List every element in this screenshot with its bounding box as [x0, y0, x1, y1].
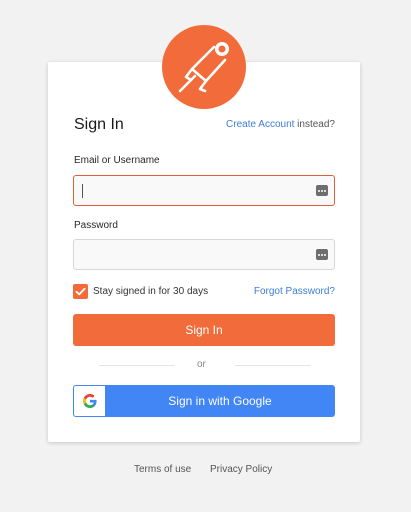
google-icon [74, 386, 105, 416]
keyboard-icon[interactable] [316, 185, 328, 196]
text-caret [82, 184, 83, 198]
sign-in-button[interactable]: Sign In [73, 314, 335, 346]
email-field[interactable] [74, 176, 310, 205]
remember-label[interactable]: Stay signed in for 30 days [93, 286, 208, 297]
create-account-link[interactable]: Create Account [226, 119, 294, 130]
create-account-line: Create Account instead? [226, 119, 335, 130]
email-field-wrapper [73, 175, 335, 206]
keyboard-icon[interactable] [316, 249, 328, 260]
terms-of-use-link[interactable]: Terms of use [134, 464, 191, 475]
create-account-suffix: instead? [294, 119, 335, 130]
email-label: Email or Username [74, 155, 160, 166]
password-field[interactable] [74, 240, 310, 269]
password-label: Password [74, 220, 118, 231]
divider-line-right [235, 365, 311, 366]
divider-line-left [99, 365, 175, 366]
privacy-policy-link[interactable]: Privacy Policy [210, 464, 272, 475]
remember-checkbox[interactable] [73, 284, 88, 299]
google-button-label: Sign in with Google [168, 394, 272, 408]
checkmark-icon [75, 287, 86, 296]
google-sign-in-button[interactable]: Sign in with Google [73, 385, 335, 417]
divider-text: or [197, 359, 206, 370]
page-title: Sign In [74, 116, 124, 133]
forgot-password-link[interactable]: Forgot Password? [254, 286, 335, 297]
password-field-wrapper [73, 239, 335, 270]
postman-logo-icon [162, 25, 246, 109]
